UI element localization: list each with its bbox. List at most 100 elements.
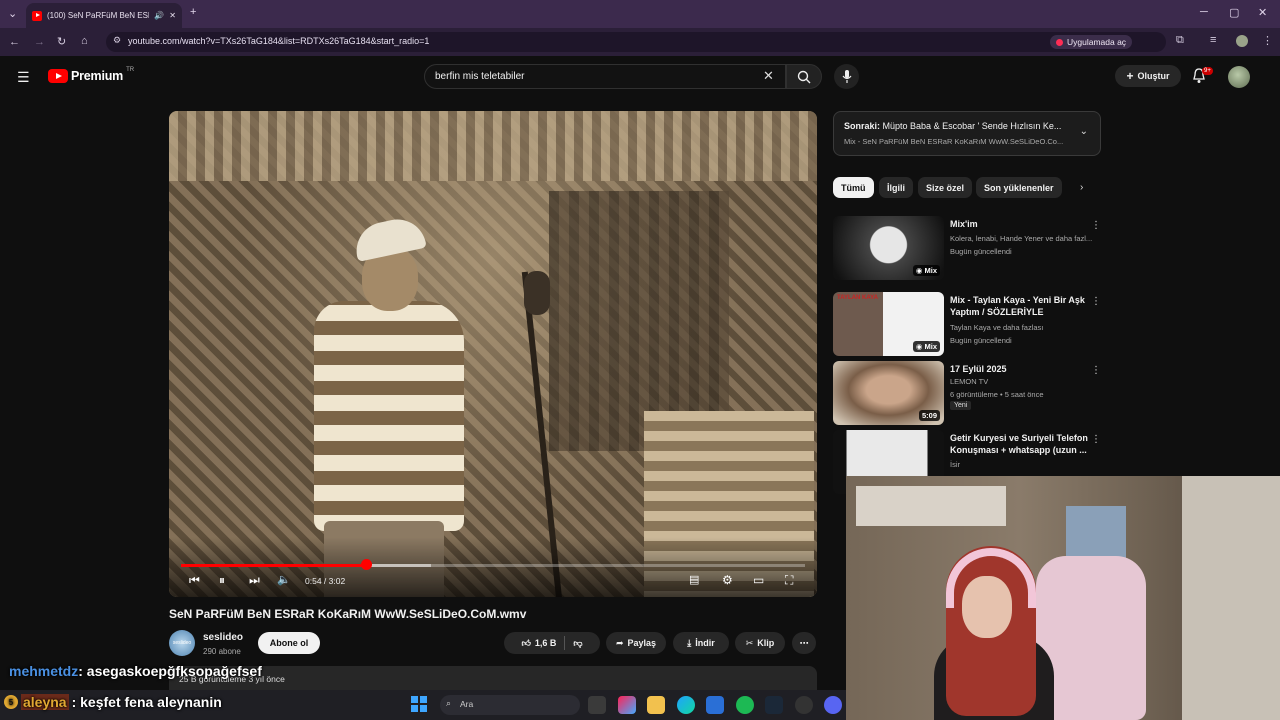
youtube-play-logo-icon (48, 69, 68, 83)
more-actions-button[interactable]: ⋯ (792, 632, 816, 654)
like-button[interactable]: 👍︎ 1,6 B (521, 638, 556, 649)
chip-related[interactable]: İlgili (879, 177, 913, 198)
maximize-icon[interactable]: ▢ (1229, 6, 1239, 19)
recommendation-title: Mix - Taylan Kaya - Yeni Bir Aşk Yaptım … (950, 295, 1085, 317)
recommendation-item[interactable]: 5:09 17 Eylül 2025 LEMON TV 6 görüntülem… (833, 361, 1103, 427)
youtube-logo[interactable]: Premium TR (48, 67, 134, 83)
home-icon[interactable]: ⌂ (81, 35, 88, 47)
hamburger-menu-icon[interactable]: ☰ (17, 69, 30, 86)
person-shirt (314, 301, 464, 531)
back-icon[interactable]: ← (9, 36, 20, 48)
recommendation-thumbnail[interactable]: 5:09 (833, 361, 944, 425)
app-icon[interactable] (795, 696, 813, 714)
progress-bar[interactable] (181, 564, 805, 567)
fullscreen-icon[interactable]: ⛶ (785, 573, 793, 588)
mix-badge: ◉ Mix (912, 341, 940, 352)
site-info-icon[interactable]: ⚙ (113, 35, 121, 46)
chip-all[interactable]: Tümü (833, 177, 874, 198)
reload-icon[interactable]: ↻ (57, 35, 66, 48)
edge-icon[interactable] (677, 696, 695, 714)
minimize-icon[interactable]: ─ (1200, 6, 1208, 18)
recommendation-item[interactable]: TAYLAN KAYA ◉ Mix Mix - Taylan Kaya - Ye… (833, 292, 1103, 358)
up-next-panel[interactable]: Sonraki: Müpto Baba & Escobar ' Sende Hı… (833, 111, 1101, 156)
channel-avatar-text: seslideo (172, 640, 192, 646)
clip-button[interactable]: ✂ Klip (735, 632, 785, 654)
like-count: 1,6 B (534, 638, 557, 648)
theater-mode-icon[interactable]: ▭ (753, 573, 764, 587)
thumbs-up-icon: 👍︎ (521, 637, 531, 648)
extensions-icon[interactable]: ⧉ (1176, 34, 1184, 47)
browser-tab-active[interactable]: (100) SeN PaRFüM BeN ESR... 🔊 ✕ (26, 3, 182, 28)
recommendation-item[interactable]: ◉ Mix Mix'im Kolera, lenabi, Hande Yener… (833, 216, 1103, 282)
chip-recent[interactable]: Son yüklenenler (976, 177, 1062, 198)
tab-audio-icon[interactable]: 🔊 (154, 11, 164, 20)
player-time: 0:54 / 3:02 (305, 576, 346, 586)
thumbnail-text: TAYLAN KAYA (837, 295, 878, 301)
volume-icon[interactable]: 🔈 (277, 573, 291, 586)
copilot-icon[interactable] (618, 696, 636, 714)
share-button[interactable]: ➦ Paylaş (606, 632, 666, 654)
subtitles-icon[interactable]: ▤ (689, 573, 699, 586)
previous-icon[interactable]: ⏮ (189, 573, 200, 588)
start-tile (411, 705, 418, 712)
video-player[interactable]: ⏮ ⏸ ⏭ 🔈 0:54 / 3:02 ▤ ⚙ ▭ ⛶ (169, 111, 817, 597)
video-duration: 5:09 (918, 410, 940, 421)
tab-list-icon[interactable]: ⌄ (8, 7, 17, 20)
like-divider (564, 636, 566, 650)
stream-chat-message: mehmetdz: asegaskoepğfksopağefsef (9, 663, 262, 679)
video-frame (169, 111, 817, 597)
chat-badge-icon: 5 (4, 695, 18, 709)
chip-for-you[interactable]: Size özel (918, 177, 973, 198)
media-control-icon[interactable]: ≡ (1210, 34, 1216, 46)
new-tab-icon[interactable]: + (190, 6, 196, 18)
more-vertical-icon[interactable]: ⋮ (1091, 220, 1101, 231)
close-window-icon[interactable]: ✕ (1258, 6, 1267, 19)
steam-icon[interactable] (765, 696, 783, 714)
file-explorer-icon[interactable] (647, 696, 665, 714)
create-button[interactable]: + Oluştur (1115, 65, 1181, 87)
discord-icon[interactable] (824, 696, 842, 714)
taskbar-search[interactable]: ⌕ Ara (440, 695, 580, 715)
download-button[interactable]: ⤓ İndir (673, 632, 729, 654)
browser-menu-icon[interactable]: ⋮ (1262, 34, 1273, 47)
video-ceiling (169, 111, 817, 181)
more-vertical-icon[interactable]: ⋮ (1091, 365, 1101, 376)
subscribe-button[interactable]: Abone ol (258, 632, 320, 654)
windows-start-icon[interactable] (411, 696, 427, 712)
tab-title: (100) SeN PaRFüM BeN ESR... (47, 11, 150, 20)
address-bar[interactable]: ⚙ youtube.com/watch?v=TXs26TaG184&list=R… (106, 32, 1166, 52)
webcam-wardrobe (1182, 476, 1280, 720)
more-vertical-icon[interactable]: ⋮ (1091, 434, 1101, 445)
progress-scrubber[interactable] (360, 559, 372, 570)
download-icon: ⤓ (687, 637, 692, 648)
more-vertical-icon[interactable]: ⋮ (1091, 296, 1101, 307)
up-next-subtitle: Mix - SeN PaRFüM BeN ESRaR KoKaRıM WwW.S… (844, 137, 1064, 146)
open-in-app-button[interactable]: Uygulamada aç (1050, 35, 1133, 49)
store-icon[interactable] (706, 696, 724, 714)
channel-name[interactable]: seslideo (203, 632, 243, 643)
next-icon[interactable]: ⏭ (249, 573, 260, 588)
forward-icon[interactable]: → (34, 36, 45, 48)
search-input[interactable]: berfin mis teletabiler ✕ (424, 64, 786, 89)
voice-search-button[interactable] (834, 64, 859, 89)
chat-text: : keşfet fena aleynanin (71, 694, 222, 710)
start-tile (420, 696, 427, 703)
pause-icon[interactable]: ⏸ (219, 573, 225, 588)
profile-avatar[interactable] (1236, 35, 1248, 47)
search-button[interactable] (786, 64, 822, 89)
clear-search-icon[interactable]: ✕ (763, 68, 774, 84)
recommendation-thumbnail[interactable]: TAYLAN KAYA ◉ Mix (833, 292, 944, 356)
person-cap (351, 214, 427, 262)
recommendation-thumbnail[interactable]: ◉ Mix (833, 216, 944, 280)
task-view-icon[interactable] (588, 696, 606, 714)
recommendation-title: Mix'im (950, 219, 978, 229)
chevron-down-icon[interactable]: ⌄ (1080, 126, 1088, 137)
dislike-button[interactable]: 👎︎ (573, 638, 582, 649)
chevron-right-icon[interactable]: › (1080, 182, 1083, 193)
recommendation-meta: İsir (950, 460, 960, 469)
channel-avatar[interactable]: seslideo (169, 630, 195, 656)
tab-close-icon[interactable]: ✕ (169, 11, 176, 20)
account-avatar[interactable] (1228, 66, 1250, 88)
spotify-icon[interactable] (736, 696, 754, 714)
settings-gear-icon[interactable]: ⚙ (722, 573, 733, 587)
